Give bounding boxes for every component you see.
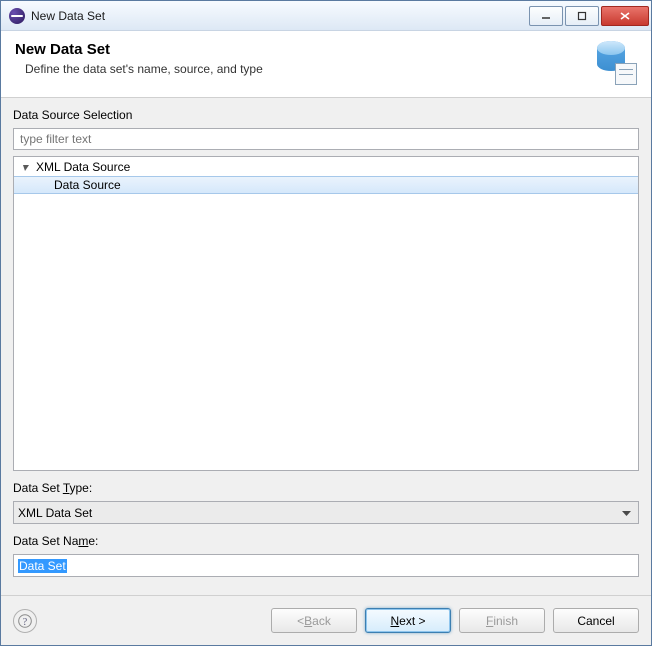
close-button[interactable] [601,6,649,26]
tree-parent-label: XML Data Source [36,160,130,174]
name-label: Data Set Name: [13,534,639,548]
tree-parent-xml-data-source[interactable]: XML Data Source [14,158,638,176]
tree-child-data-source[interactable]: Data Source [14,176,638,194]
name-input-value: Data Set [18,559,67,573]
data-set-name-input[interactable]: Data Set [13,554,639,577]
page-subtitle: Define the data set's name, source, and … [15,62,593,76]
data-set-type-select[interactable]: XML Data Set [13,501,639,524]
expand-collapse-icon[interactable] [20,161,32,173]
title-bar[interactable]: New Data Set [1,1,651,31]
minimize-icon [541,11,551,21]
help-button[interactable]: ? [13,609,37,633]
cancel-button[interactable]: Cancel [553,608,639,633]
help-icon: ? [18,614,32,628]
finish-button[interactable]: Finish [459,608,545,633]
back-button[interactable]: < Back [271,608,357,633]
source-section-label: Data Source Selection [13,108,639,122]
window-title: New Data Set [31,9,527,23]
next-button[interactable]: Next > [365,608,451,633]
type-selected-value: XML Data Set [18,506,92,520]
type-label: Data Set Type: [13,481,639,495]
wizard-header: New Data Set Define the data set's name,… [1,31,651,98]
data-source-tree[interactable]: XML Data Source Data Source [13,156,639,471]
window-controls [527,6,649,26]
page-title: New Data Set [15,41,593,58]
minimize-button[interactable] [529,6,563,26]
close-icon [619,11,631,21]
app-icon [9,8,25,24]
filter-input[interactable] [13,128,639,150]
maximize-button[interactable] [565,6,599,26]
chevron-down-icon [618,506,634,520]
button-bar: ? < Back Next > Finish Cancel [1,595,651,645]
maximize-icon [577,11,587,21]
dataset-icon [593,41,637,85]
dialog-window: New Data Set New Data Set Define the dat… [0,0,652,646]
tree-child-label: Data Source [54,178,121,192]
content-area: Data Source Selection XML Data Source Da… [1,98,651,595]
svg-text:?: ? [23,617,28,628]
